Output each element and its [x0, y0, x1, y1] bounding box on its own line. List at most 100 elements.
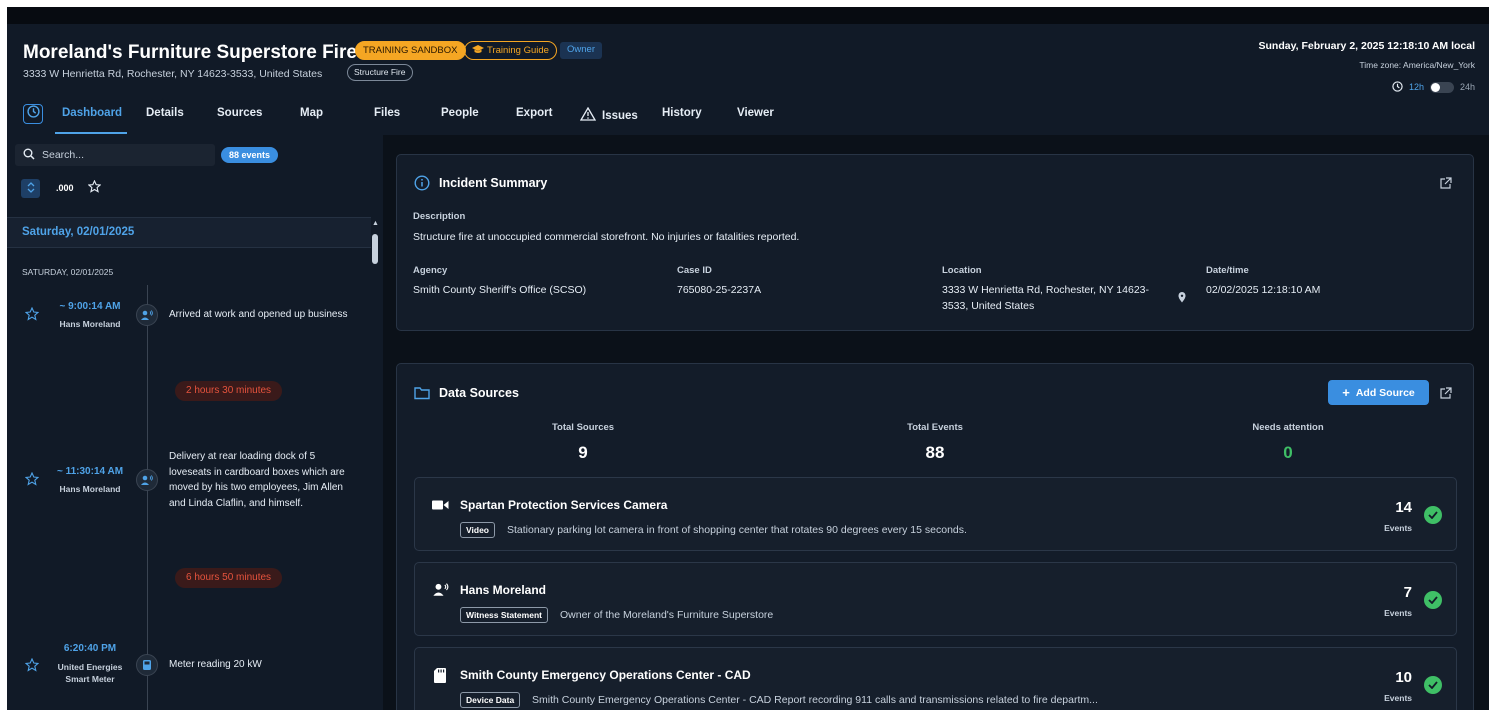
page-header: Moreland's Furniture Superstore Fire TRA… — [7, 24, 1489, 102]
stat-total-sources-label: Total Sources — [551, 422, 615, 433]
source-description: Owner of the Moreland's Furniture Supers… — [560, 609, 774, 621]
time-precision-toggle[interactable]: .000 — [56, 183, 74, 193]
sd-card-icon — [434, 668, 446, 688]
tab-viewer[interactable]: Viewer — [737, 107, 774, 119]
speaker-person-icon — [136, 469, 158, 491]
meter-icon — [136, 654, 158, 676]
event-time: ~ 9:00:14 AM — [59, 301, 121, 312]
clock-icon — [1392, 80, 1403, 94]
timeline-scrollbar[interactable]: ▲ — [371, 220, 379, 710]
incident-summary-title: Incident Summary — [439, 176, 548, 190]
location-label: Location — [942, 265, 982, 276]
event-time: ~ 11:30:14 AM — [56, 466, 124, 477]
clock-format-switch[interactable] — [1429, 81, 1454, 93]
scroll-up-arrow[interactable]: ▲ — [372, 220, 379, 227]
external-link-icon[interactable] — [1439, 177, 1452, 195]
source-card[interactable]: Hans Moreland Witness Statement Owner of… — [414, 562, 1457, 636]
timezone-label: Time zone: America/New_York — [1359, 60, 1475, 70]
incident-summary-card: Incident Summary Description Structure f… — [396, 154, 1474, 331]
tab-issues-label: Issues — [602, 109, 638, 122]
tab-issues[interactable]: Issues — [579, 106, 638, 124]
main-tab-bar: Dashboard Details Sources Map Files Peop… — [7, 102, 1489, 135]
events-count-badge: 88 events — [221, 147, 279, 163]
data-sources-title: Data Sources — [439, 386, 519, 400]
source-events-label: Events — [1384, 608, 1412, 618]
check-icon — [1424, 676, 1442, 694]
tab-export[interactable]: Export — [516, 107, 552, 119]
event-time: 6:20:40 PM — [63, 643, 117, 654]
source-type-tag: Device Data — [460, 692, 521, 708]
favorite-star-button[interactable] — [24, 306, 40, 326]
tab-files[interactable]: Files — [374, 107, 400, 119]
tab-details[interactable]: Details — [146, 107, 184, 119]
event-description[interactable]: Arrived at work and opened up business — [169, 307, 359, 323]
external-link-icon[interactable] — [1439, 387, 1452, 405]
warning-icon — [579, 106, 597, 124]
stat-total-sources-value: 9 — [578, 443, 588, 462]
speaker-person-icon — [136, 304, 158, 326]
graduation-cap-icon — [472, 44, 484, 61]
search-icon — [23, 148, 35, 163]
star-icon — [87, 179, 102, 197]
source-type-tag: Witness Statement — [460, 607, 548, 623]
day-header-label: Saturday, 02/01/2025 — [22, 226, 135, 238]
timeline-toggle-button[interactable] — [23, 104, 43, 124]
favorite-star-button[interactable] — [24, 657, 40, 677]
source-events-count: 10 — [1395, 669, 1412, 686]
app-window: Moreland's Furniture Superstore Fire TRA… — [7, 7, 1489, 710]
star-filter-button[interactable] — [87, 179, 102, 198]
day-header: Saturday, 02/01/2025 — [7, 217, 371, 248]
source-description: Smith County Emergency Operations Center… — [532, 694, 1098, 706]
search-placeholder: Search... — [42, 149, 85, 161]
clock-24h-label[interactable]: 24h — [1460, 82, 1475, 92]
source-name: Hans Moreland — [460, 583, 547, 597]
video-camera-icon — [432, 498, 449, 516]
clock-12h-label[interactable]: 12h — [1409, 82, 1424, 92]
clock-format-toggle[interactable]: 12h 24h — [1392, 80, 1475, 94]
source-events-label: Events — [1384, 523, 1412, 533]
tab-history[interactable]: History — [662, 107, 702, 119]
incident-address: 3333 W Henrietta Rd, Rochester, NY 14623… — [23, 68, 323, 80]
add-source-label: Add Source — [1355, 386, 1415, 399]
event-description[interactable]: Delivery at rear loading dock of 5 loves… — [169, 449, 359, 511]
owner-badge: Owner — [560, 42, 602, 59]
event-source: Hans Moreland — [59, 484, 121, 494]
event-description[interactable]: Meter reading 20 kW — [169, 657, 359, 673]
source-card[interactable]: Smith County Emergency Operations Center… — [414, 647, 1457, 710]
current-datetime: Sunday, February 2, 2025 12:18:10 AM loc… — [1258, 40, 1475, 52]
stat-needs-attention-label: Needs attention — [1252, 422, 1324, 433]
timeline-sidebar: Search... 88 events .000 Saturday, 02/01… — [7, 135, 382, 710]
plus-icon: + — [1342, 385, 1350, 400]
agency-value: Smith County Sheriff's Office (SCSO) — [413, 284, 587, 296]
source-card[interactable]: Spartan Protection Services Camera Video… — [414, 477, 1457, 551]
check-icon — [1424, 506, 1442, 524]
info-icon — [414, 175, 430, 196]
location-value: 3333 W Henrietta Rd, Rochester, NY 14623… — [942, 284, 1150, 312]
day-subheader: SATURDAY, 02/01/2025 — [22, 267, 114, 277]
data-sources-card: Data Sources + Add Source Total Sources … — [396, 363, 1474, 710]
training-sandbox-badge: TRAINING SANDBOX — [355, 41, 466, 60]
stat-total-events-value: 88 — [925, 443, 945, 462]
tab-map[interactable]: Map — [300, 107, 323, 119]
source-name: Smith County Emergency Operations Center… — [460, 668, 751, 682]
datetime-label: Date/time — [1206, 265, 1249, 276]
event-source: United Energies Smart Meter — [57, 662, 123, 684]
source-type-tag: Video — [460, 522, 495, 538]
search-input[interactable]: Search... — [15, 144, 215, 166]
stat-needs-attention-value: 0 — [1283, 443, 1293, 462]
tab-people[interactable]: People — [441, 107, 479, 119]
favorite-star-button[interactable] — [24, 471, 40, 491]
scrollbar-thumb[interactable] — [372, 234, 378, 264]
datetime-value: 02/02/2025 12:18:10 AM — [1206, 284, 1321, 296]
dashboard-main: Incident Summary Description Structure f… — [383, 135, 1489, 710]
sort-order-button[interactable] — [21, 179, 40, 198]
tab-dashboard[interactable]: Dashboard — [62, 107, 122, 119]
incident-type-badge: Structure Fire — [347, 64, 413, 81]
add-source-button[interactable]: + Add Source — [1328, 380, 1429, 405]
timeline-line — [147, 285, 148, 710]
description-value: Structure fire at unoccupied commercial … — [413, 231, 800, 243]
tab-sources[interactable]: Sources — [217, 107, 262, 119]
training-guide-button[interactable]: Training Guide — [464, 41, 557, 60]
map-pin-icon[interactable] — [1178, 290, 1186, 308]
agency-label: Agency — [413, 265, 448, 276]
